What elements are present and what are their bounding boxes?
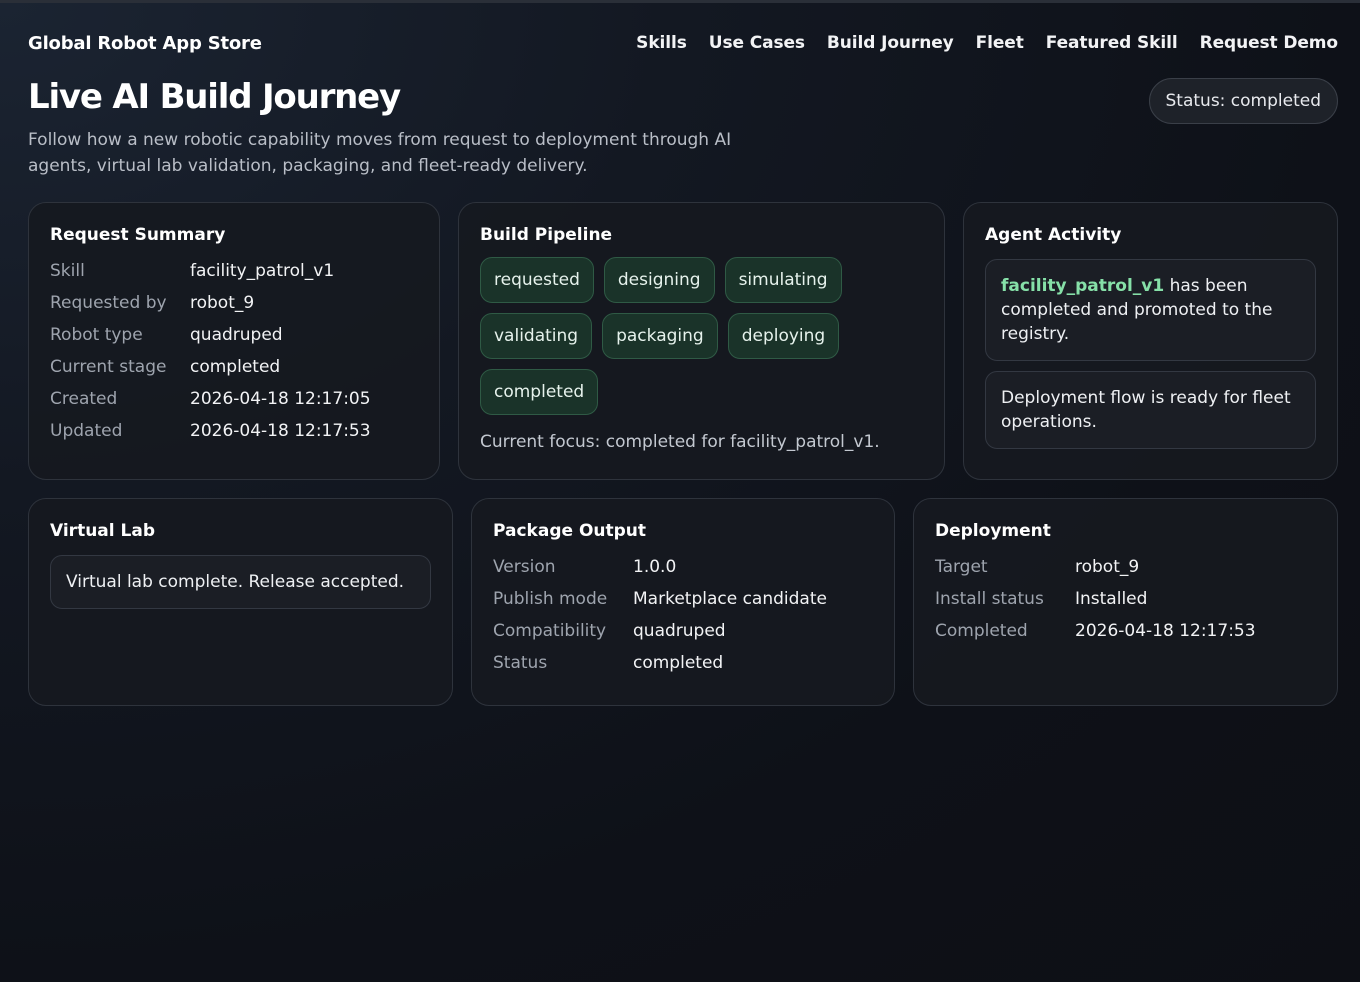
- nav-fleet[interactable]: Fleet: [976, 33, 1024, 53]
- nav-build-journey[interactable]: Build Journey: [827, 33, 954, 53]
- field-value: quadruped: [633, 621, 726, 641]
- package-output-list: Version 1.0.0 Publish mode Marketplace c…: [493, 555, 873, 675]
- field-value: completed: [190, 357, 281, 377]
- field-label: Current stage: [50, 357, 167, 377]
- nav-use-cases[interactable]: Use Cases: [709, 33, 805, 53]
- field-value: Installed: [1075, 589, 1148, 609]
- field-value: robot_9: [1075, 557, 1140, 577]
- field-label: Completed: [935, 621, 1028, 641]
- card-title: Agent Activity: [985, 225, 1122, 245]
- activity-message: Deployment flow is ready for fleet opera…: [985, 371, 1316, 449]
- field-value: 2026-04-18 12:17:05: [190, 389, 371, 409]
- card-title: Package Output: [493, 521, 647, 541]
- main-nav: Skills Use Cases Build Journey Fleet Fea…: [636, 33, 1338, 53]
- field-value: Marketplace candidate: [633, 589, 827, 609]
- deployment-card: Deployment Target robot_9 Install status…: [913, 498, 1338, 706]
- card-title: Virtual Lab: [50, 521, 155, 541]
- current-focus: Current focus: completed for facility_pa…: [480, 432, 880, 452]
- package-output-card: Package Output Version 1.0.0 Publish mod…: [471, 498, 895, 706]
- virtual-lab-card: Virtual Lab Virtual lab complete. Releas…: [28, 498, 453, 706]
- status-badge: Status: completed: [1148, 78, 1338, 124]
- field-value: 2026-04-18 12:17:53: [190, 421, 371, 441]
- deployment-list: Target robot_9 Install status Installed …: [935, 555, 1316, 643]
- request-summary-card: Request Summary Skill facility_patrol_v1…: [28, 202, 440, 480]
- nav-skills[interactable]: Skills: [636, 33, 687, 53]
- field-value: quadruped: [190, 325, 283, 345]
- page-title: Live AI Build Journey: [28, 77, 401, 117]
- field-value: completed: [633, 653, 724, 673]
- stage-chip: packaging: [602, 313, 718, 359]
- nav-request-demo[interactable]: Request Demo: [1200, 33, 1339, 53]
- activity-message: facility_patrol_v1 has been completed an…: [985, 259, 1316, 361]
- field-label: Compatibility: [493, 621, 607, 641]
- field-value: facility_patrol_v1: [190, 261, 335, 281]
- activity-text: Deployment flow is ready for fleet opera…: [1001, 388, 1291, 432]
- skill-highlight: facility_patrol_v1: [1001, 276, 1165, 296]
- field-label: Version: [493, 557, 556, 577]
- request-summary-list: Skill facility_patrol_v1 Requested by ro…: [50, 259, 418, 443]
- field-value: robot_9: [190, 293, 255, 313]
- stage-chip: completed: [480, 369, 599, 415]
- page-subtitle: Follow how a new robotic capability move…: [28, 130, 732, 176]
- site-header: Global Robot App Store Skills Use Cases …: [28, 31, 1338, 55]
- field-label: Skill: [50, 261, 85, 281]
- stage-chip: deploying: [727, 313, 840, 359]
- field-value: 1.0.0: [633, 557, 677, 577]
- field-label: Status: [493, 653, 548, 673]
- pipeline-stages: requested designing simulating validatin…: [480, 257, 920, 415]
- field-label: Robot type: [50, 325, 143, 345]
- field-value: 2026-04-18 12:17:53: [1075, 621, 1256, 641]
- card-title: Build Pipeline: [480, 225, 613, 245]
- stage-chip: designing: [603, 257, 715, 303]
- build-pipeline-card: Build Pipeline requested designing simul…: [458, 202, 945, 480]
- stage-chip: simulating: [724, 257, 842, 303]
- field-label: Updated: [50, 421, 123, 441]
- field-label: Install status: [935, 589, 1044, 609]
- nav-featured-skill[interactable]: Featured Skill: [1046, 33, 1178, 53]
- virtual-lab-message: Virtual lab complete. Release accepted.: [50, 555, 431, 609]
- stage-chip: requested: [480, 257, 594, 303]
- card-title: Request Summary: [50, 225, 226, 245]
- stage-chip: validating: [480, 313, 593, 359]
- brand-logo-text[interactable]: Global Robot App Store: [28, 33, 262, 54]
- top-border: [0, 0, 1360, 3]
- field-label: Publish mode: [493, 589, 608, 609]
- card-title: Deployment: [935, 521, 1051, 541]
- field-label: Created: [50, 389, 118, 409]
- agent-activity-card: Agent Activity facility_patrol_v1 has be…: [963, 202, 1338, 480]
- field-label: Requested by: [50, 293, 167, 313]
- field-label: Target: [935, 557, 988, 577]
